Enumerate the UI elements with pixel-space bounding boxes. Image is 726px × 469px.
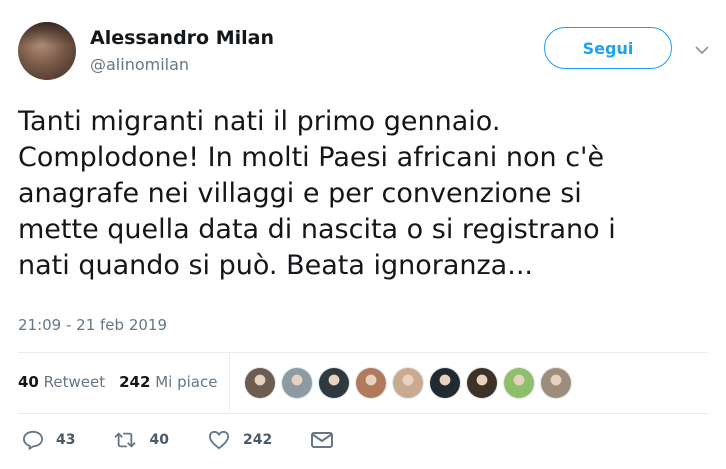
like-count: 242 xyxy=(119,373,151,391)
tweet-actions: 43 40 242 xyxy=(22,430,384,450)
divider xyxy=(18,352,708,353)
reply-count: 43 xyxy=(56,432,76,448)
liker-avatar[interactable] xyxy=(282,368,312,398)
direct-message-button[interactable] xyxy=(310,430,346,450)
liker-avatar[interactable] xyxy=(430,368,460,398)
liker-avatar[interactable] xyxy=(467,368,497,398)
follow-button[interactable]: Segui xyxy=(544,27,672,69)
liker-avatar[interactable] xyxy=(393,368,423,398)
liker-avatar[interactable] xyxy=(356,368,386,398)
user-handle[interactable]: @alinomilan xyxy=(90,55,189,74)
avatar[interactable] xyxy=(18,22,76,80)
engagement-stats: 40 Retweet 242 Mi piace xyxy=(18,373,217,391)
like-count-link[interactable]: 242 Mi piace xyxy=(119,373,217,391)
retweet-icon xyxy=(114,432,137,448)
liker-avatar[interactable] xyxy=(245,368,275,398)
heart-icon xyxy=(208,430,229,450)
like-count-label: Mi piace xyxy=(155,373,218,391)
divider-vertical xyxy=(229,352,230,410)
reply-icon xyxy=(22,430,44,450)
retweet-count-label: Retweet xyxy=(43,373,106,391)
envelope-icon xyxy=(311,432,334,448)
tweet-timestamp[interactable]: 21:09 - 21 feb 2019 xyxy=(18,316,167,334)
tweet-text: Tanti migranti nati il primo gennaio. Co… xyxy=(18,106,616,281)
liker-avatar[interactable] xyxy=(504,368,534,398)
liker-avatars xyxy=(245,368,578,398)
retweet-count: 40 xyxy=(18,373,39,391)
user-name[interactable]: Alessandro Milan xyxy=(90,27,274,49)
liker-avatar[interactable] xyxy=(319,368,349,398)
like-action-count: 242 xyxy=(242,432,273,448)
like-button[interactable]: 242 xyxy=(207,430,272,450)
retweet-count-link[interactable]: 40 Retweet xyxy=(18,373,105,391)
liker-avatar[interactable] xyxy=(541,368,571,398)
retweet-button[interactable]: 40 xyxy=(113,430,169,450)
retweet-action-count: 40 xyxy=(149,432,169,448)
reply-button[interactable]: 43 xyxy=(22,430,75,450)
divider xyxy=(18,413,708,414)
chevron-down-icon[interactable] xyxy=(694,44,710,56)
